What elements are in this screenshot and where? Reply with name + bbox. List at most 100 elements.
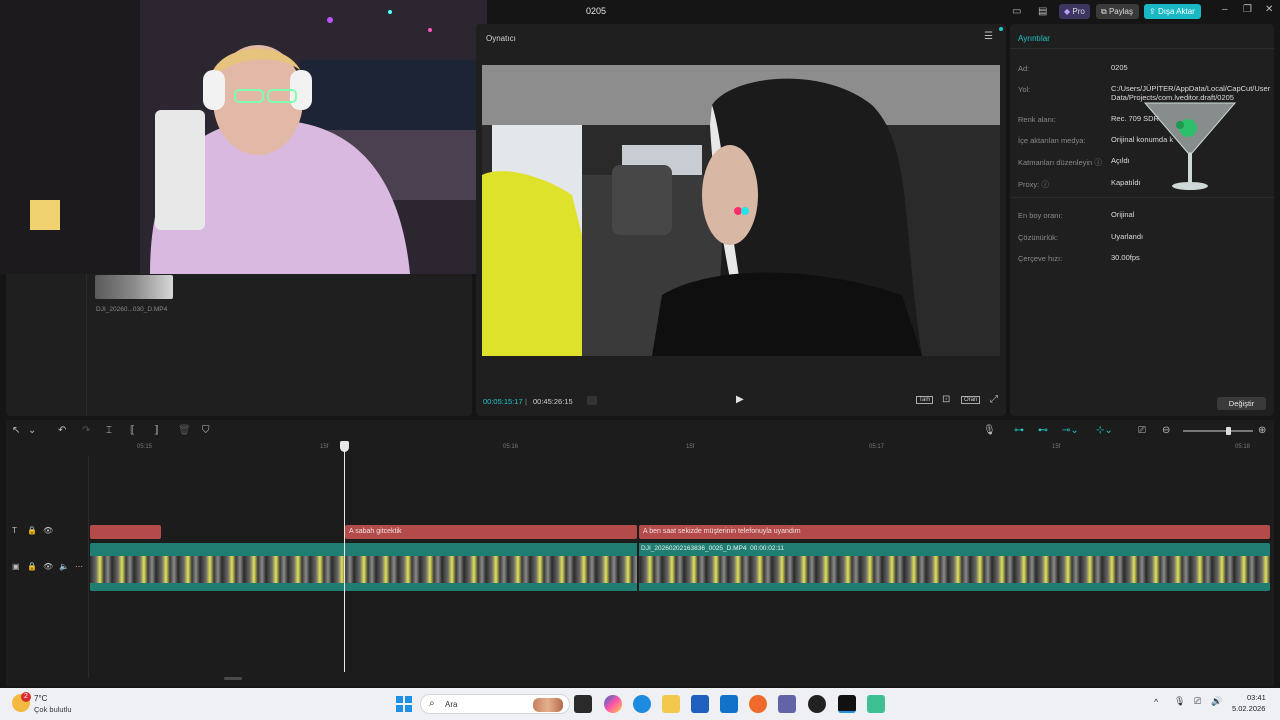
lock-icon[interactable]: 🔒 [27, 526, 37, 535]
firefox-icon[interactable] [749, 695, 767, 713]
redo-icon[interactable]: ↷ [82, 425, 90, 436]
video-clip-duration: 00:00:02:11 [750, 545, 785, 552]
lock-icon[interactable]: 🔒 [27, 562, 37, 571]
copilot-icon[interactable] [604, 695, 622, 713]
text-clip-icon: A [349, 528, 354, 535]
edge-icon[interactable] [633, 695, 651, 713]
caption-icon[interactable]: ⎚ [1138, 425, 1146, 436]
tray-chevron-icon[interactable]: ^ [1154, 697, 1158, 707]
link-icon[interactable]: ⊷ [1038, 425, 1048, 436]
maximize-icon[interactable]: ❐ [1243, 4, 1252, 15]
playhead-handle[interactable] [340, 441, 349, 452]
pro-button[interactable]: ◆ Pro [1059, 4, 1090, 19]
tray-mic-icon[interactable]: 🎙 [1174, 696, 1185, 707]
video-clip-name: DJI_20260202163836_0025_D.MP4 00:00:02:1… [641, 545, 785, 552]
eye-icon[interactable]: 👁 [43, 526, 53, 535]
zoom-slider[interactable] [1183, 430, 1253, 432]
diamond-icon: ◆ [1064, 7, 1071, 16]
store-icon[interactable] [691, 695, 709, 713]
detail-value-aspect: Orijinal [1111, 210, 1135, 219]
detail-value-framerate: 30.00fps [1111, 253, 1140, 262]
video-preview[interactable] [482, 65, 1000, 356]
text-clip-icon: A [643, 528, 648, 535]
text-clip-label: sabah gitcektik [355, 528, 402, 535]
export-icon: ⇪ [1149, 7, 1156, 16]
detail-label-name: Ad: [1018, 64, 1030, 73]
network-icon[interactable]: ⎚ [1194, 696, 1201, 707]
text-clip[interactable]: A ben saat sekizde müşterinin telefonuyl… [639, 525, 1270, 539]
detail-value-name: 0205 [1111, 63, 1128, 72]
clock-date[interactable]: 5.02.2026 [1232, 704, 1265, 713]
timecode-toggle-icon[interactable] [587, 396, 597, 405]
trim-right-icon[interactable]: ⟧ [154, 425, 159, 436]
full-quality-button[interactable]: Tam [916, 396, 934, 404]
clock-time[interactable]: 03:41 [1247, 693, 1266, 702]
player-panel: Oynatıcı ☰ 00:05:15:17 | 00:45:26:15 ▶ T… [476, 24, 1006, 416]
info-icon[interactable]: ⓘ [1041, 180, 1049, 189]
ruler-label: 05:17 [869, 444, 885, 450]
details-divider [1010, 48, 1274, 49]
clip-split-line [637, 543, 639, 591]
text-clip[interactable] [90, 525, 161, 539]
audio-icon[interactable]: 🔈 [59, 562, 69, 571]
volume-icon[interactable]: 🔊 [1211, 696, 1222, 707]
timeline-ruler[interactable]: 05:15 15f 05:16 15f 05:17 15f 05:18 [6, 442, 1274, 454]
zoom-out-icon[interactable]: ⊖ [1162, 425, 1170, 436]
time-separator: | [525, 397, 527, 406]
media-clip-thumbnail[interactable] [95, 275, 173, 299]
export-label: Dışa Aktar [1157, 7, 1195, 16]
project-title: 0205 [586, 6, 607, 16]
zoom-slider-handle[interactable] [1226, 427, 1231, 435]
magnet-icon[interactable]: ⊶ [1014, 425, 1024, 436]
delete-icon[interactable]: 🗑 [178, 425, 191, 436]
ratio-button[interactable]: Oran [961, 396, 981, 404]
search-box[interactable]: ⌕ Ara [420, 694, 570, 714]
eye-icon[interactable]: 👁 [43, 562, 53, 571]
video-filmstrip[interactable] [90, 556, 1270, 583]
chevron-down-icon[interactable]: ⌄ [28, 425, 36, 436]
shortcuts-icon[interactable]: ▤ [1038, 6, 1047, 17]
ruler-label: 05:15 [137, 444, 153, 450]
select-tool-icon[interactable]: ↖ [12, 425, 20, 436]
horizontal-scrollbar[interactable] [224, 677, 242, 680]
current-time: 00:05:15:17 [483, 397, 523, 406]
zoom-in-icon[interactable]: ⊕ [1258, 425, 1266, 436]
export-button[interactable]: ⇪ Dışa Aktar [1144, 4, 1201, 19]
play-icon[interactable]: ▶ [736, 394, 744, 405]
more-icon[interactable]: ⋯ [75, 562, 83, 571]
split-icon[interactable]: ⌶ [106, 425, 112, 436]
microphone-icon[interactable]: 🎙 [983, 425, 996, 436]
detail-label-color-space: Renk alanı: [1018, 115, 1056, 124]
undo-icon[interactable]: ↶ [58, 425, 66, 436]
minimize-icon[interactable]: – [1222, 4, 1228, 15]
close-icon[interactable]: ✕ [1265, 4, 1273, 15]
layout-icon[interactable]: ▭ [1012, 6, 1021, 17]
windows-start-icon[interactable] [396, 696, 412, 712]
notes-icon[interactable] [867, 695, 885, 713]
text-clip[interactable]: A sabah gitcektik [345, 525, 637, 539]
weather-desc: Çok bulutlu [34, 705, 72, 714]
obs-icon[interactable] [808, 695, 826, 713]
trim-left-icon[interactable]: ⟦ [130, 425, 135, 436]
task-view-icon[interactable] [574, 695, 592, 713]
info-icon[interactable]: ⓘ [1094, 158, 1102, 167]
teams-icon[interactable] [778, 695, 796, 713]
fullscreen-icon[interactable]: ⤢ [990, 394, 998, 405]
track-header-divider [88, 456, 89, 678]
change-button[interactable]: Değiştir [1217, 397, 1266, 410]
capcut-icon[interactable] [838, 695, 856, 713]
webcam-feed [0, 0, 487, 274]
snap-icon[interactable]: ⊸⌄ [1062, 425, 1079, 436]
status-dot [999, 27, 1003, 31]
file-explorer-icon[interactable] [662, 695, 680, 713]
menu-icon[interactable]: ☰ [984, 31, 993, 42]
preview-axis-icon[interactable]: ⊹⌄ [1096, 425, 1113, 436]
total-time: 00:45:26:15 [533, 397, 573, 406]
ruler-label: 15f [320, 444, 329, 450]
playhead-line[interactable] [344, 442, 345, 672]
outlook-icon[interactable] [720, 695, 738, 713]
marker-icon[interactable]: ⛉ [202, 425, 210, 436]
share-button[interactable]: ⧉ Paylaş [1096, 4, 1139, 19]
snapshot-icon[interactable]: ⊡ [942, 394, 950, 405]
details-panel: Ayrıntılar Ad: 0205 Yol: C:/Users/JÜPİTE… [1010, 24, 1274, 416]
